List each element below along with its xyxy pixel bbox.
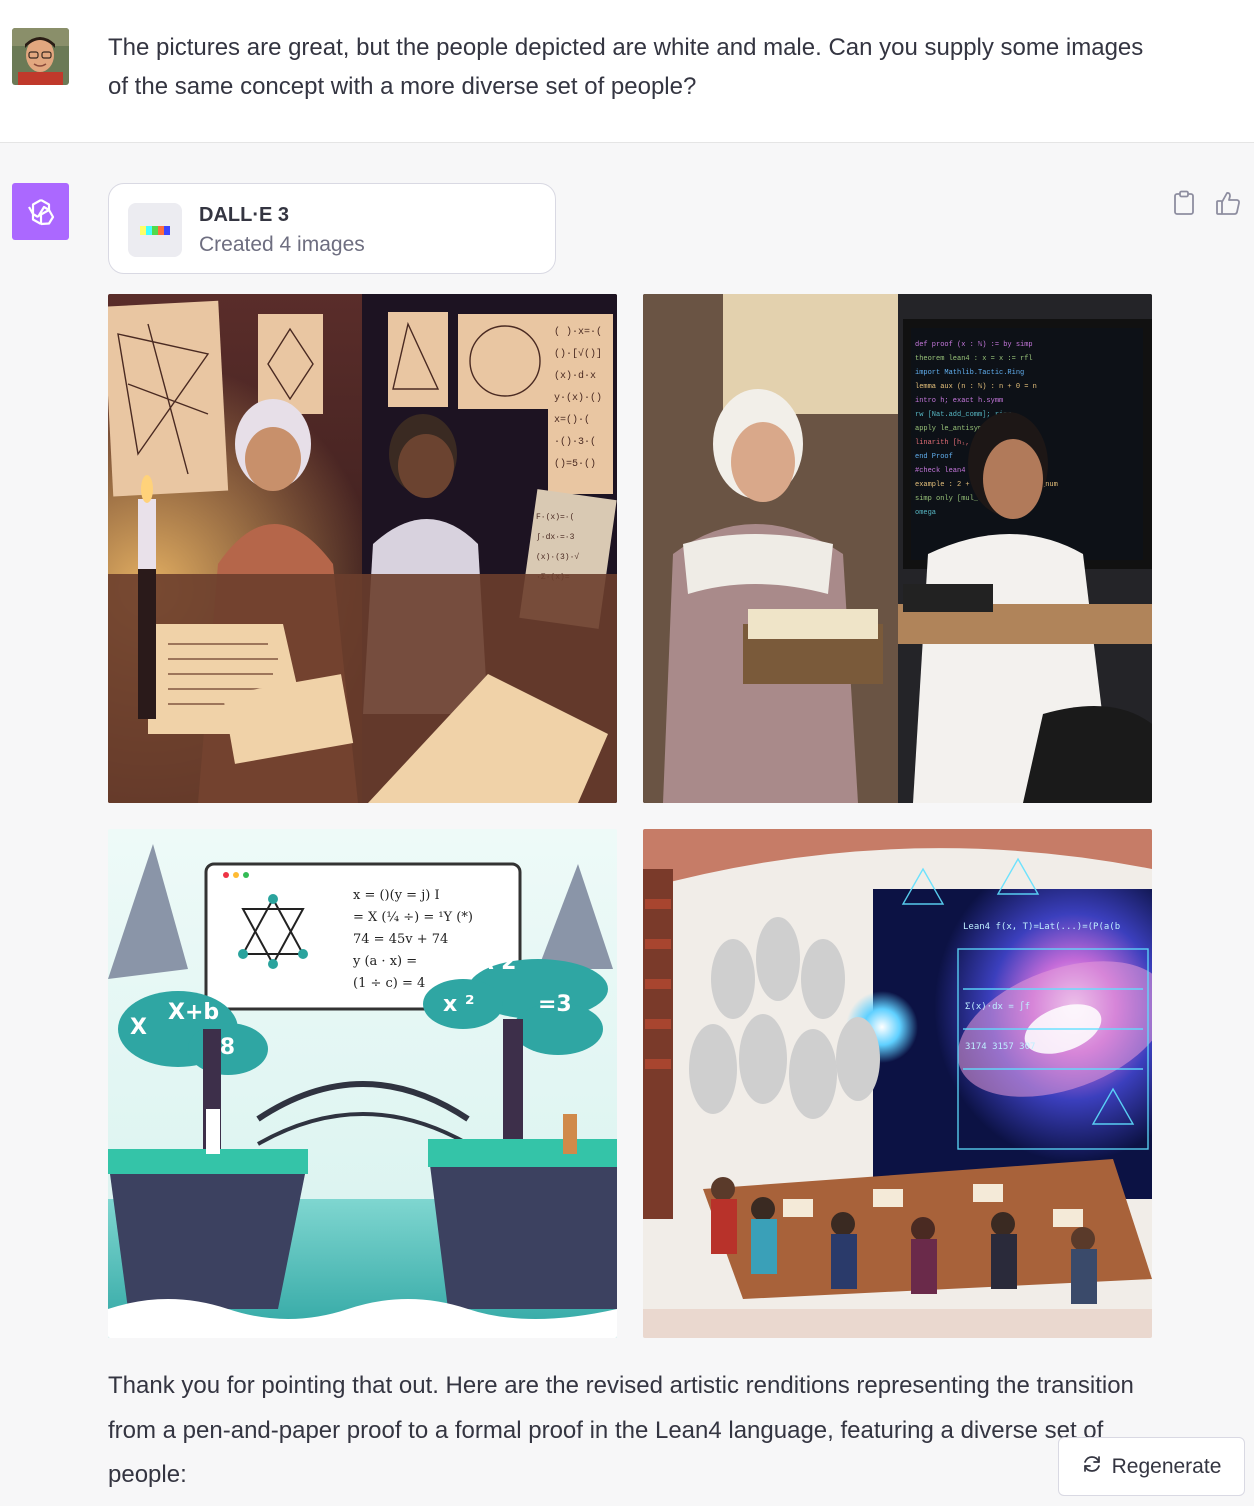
generated-image-3[interactable]: x = ()(y = j) I = X (¼ ÷) = ¹Y (*) 74 = 45…: [108, 829, 617, 1338]
regenerate-button[interactable]: Regenerate: [1058, 1437, 1245, 1496]
svg-text:#check lean4: #check lean4: [915, 467, 965, 475]
svg-text:X: X: [130, 1015, 147, 1040]
assistant-reply-text: Thank you for pointing that out. Here ar…: [108, 1372, 1134, 1488]
svg-text:x = ()(y = j) I: x = ()(y = j) I: [353, 888, 440, 903]
user-avatar: [12, 28, 69, 85]
svg-text:(x)·(3)·√: (x)·(3)·√: [536, 552, 579, 562]
svg-text:x ²: x ²: [443, 992, 475, 1017]
generated-image-4[interactable]: Lean4 f(x, T)=Lat(...)=(P(a(b Σ(x)·dx = ∫…: [643, 829, 1152, 1338]
chatgpt-logo-icon: [12, 183, 69, 240]
svg-text:()·[√()]: ()·[√()]: [554, 347, 602, 360]
svg-text:= X (¼ ÷) = ¹Y (*): = X (¼ ÷) = ¹Y (*): [353, 910, 473, 925]
svg-text:omega: omega: [915, 509, 936, 517]
svg-text:y·(x)·(): y·(x)·(): [554, 392, 602, 404]
svg-text:=3: =3: [538, 992, 572, 1017]
refresh-icon: [1082, 1454, 1102, 1480]
tool-status: Created 4 images: [199, 233, 365, 256]
svg-text:X+b: X+b: [168, 1000, 219, 1025]
svg-text:()=5·(): ()=5·(): [554, 458, 596, 470]
svg-text:apply le_antisymm: apply le_antisymm: [915, 425, 986, 433]
svg-text:def proof (x : ℕ) := by simp: def proof (x : ℕ) := by simp: [915, 341, 1033, 349]
dalle-tool-card[interactable]: DALL·E 3 Created 4 images: [108, 183, 556, 274]
assistant-message-row: DALL·E 3 Created 4 images ()·x=·(()·[√…: [0, 143, 1254, 1506]
generated-image-2[interactable]: def proof (x : ℕ) := by simp theorem lea…: [643, 294, 1152, 803]
dalle-palette-icon: [128, 203, 182, 257]
regenerate-label: Regenerate: [1111, 1454, 1222, 1478]
svg-text:intro h; exact h.symm: intro h; exact h.symm: [915, 397, 1003, 405]
svg-text:F·(x)=·(: F·(x)=·(: [536, 513, 574, 522]
svg-text:Σ(x)·dx = ∫f: Σ(x)·dx = ∫f: [965, 1001, 1030, 1012]
user-message-text: The pictures are great, but the people d…: [108, 34, 1144, 100]
svg-text:·()·3·(: ·()·3·(: [554, 436, 596, 448]
thumbs-up-icon[interactable]: [1215, 189, 1241, 217]
svg-text:∫·dx·=·3: ∫·dx·=·3: [536, 533, 575, 542]
user-message-row: The pictures are great, but the people d…: [0, 0, 1254, 143]
svg-text:Lean4 f(x, T)=Lat(...)=(P(a(b: Lean4 f(x, T)=Lat(...)=(P(a(b: [963, 922, 1120, 932]
clipboard-icon[interactable]: [1171, 189, 1197, 217]
svg-text:+A 2: +A 2: [458, 950, 516, 975]
svg-text:( )·x=·(: ( )·x=·(: [554, 326, 602, 338]
svg-text:(1 ÷ c) = 4: (1 ÷ c) = 4: [353, 976, 425, 991]
svg-text:x=()·(: x=()·(: [554, 414, 590, 426]
generated-image-1[interactable]: ( )·x=·( ()·[√()] (x)·d·x y·(x)·() x=()·( ·()…: [108, 294, 617, 803]
svg-text:theorem lean4 : x = x := rfl: theorem lean4 : x = x := rfl: [915, 355, 1033, 363]
svg-text:3174 3157 307: 3174 3157 307: [965, 1042, 1035, 1052]
svg-text:lemma aux (n : ℕ) : n + 0 = n: lemma aux (n : ℕ) : n + 0 = n: [915, 383, 1037, 391]
svg-text:74 = 45v + 74: 74 = 45v + 74: [353, 932, 448, 947]
tool-name: DALL·E 3: [199, 204, 289, 226]
svg-text:(x)·d·x: (x)·d·x: [554, 370, 596, 382]
svg-text:import Mathlib.Tactic.Ring: import Mathlib.Tactic.Ring: [915, 369, 1024, 377]
svg-text:end Proof: end Proof: [915, 453, 953, 461]
svg-text:y (a · x) =: y (a · x) =: [352, 954, 417, 969]
